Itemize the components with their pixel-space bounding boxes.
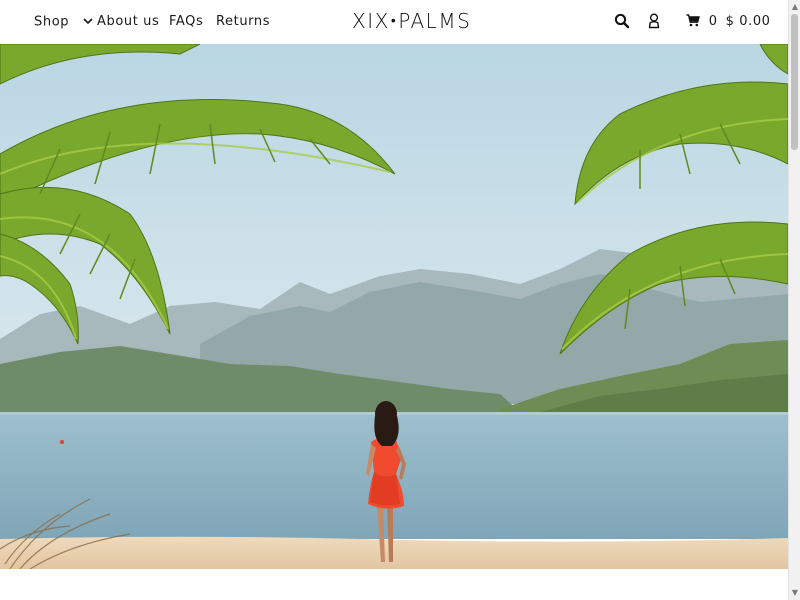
site-logo[interactable]: XIX•PALMS <box>352 10 471 35</box>
nav-shop-label: Shop <box>34 14 70 30</box>
logo-text-left: XIX <box>352 9 390 33</box>
search-icon <box>614 13 630 33</box>
scrollbar-thumb[interactable] <box>791 14 798 150</box>
cart-button[interactable]: 0 $ 0.00 <box>686 14 771 30</box>
search-button[interactable] <box>614 13 632 31</box>
nav-returns-link[interactable]: Returns <box>216 14 270 30</box>
logo-dot: • <box>390 13 398 29</box>
cart-icon <box>686 14 709 29</box>
account-icon <box>647 13 661 33</box>
scroll-down-arrow-icon[interactable]: ▼ <box>791 588 799 598</box>
logo-text-right: PALMS <box>398 9 472 33</box>
site-header: Shop About us FAQs Returns XIX•PALMS 0 $ … <box>0 0 788 44</box>
scroll-up-arrow-icon[interactable]: ▲ <box>791 2 799 12</box>
hero-banner-image <box>0 44 788 569</box>
nav-faqs-link[interactable]: FAQs <box>169 14 203 30</box>
nav-shop-menu[interactable]: Shop <box>34 14 93 31</box>
nav-about-link[interactable]: About us <box>97 14 159 30</box>
chevron-down-icon <box>83 14 93 30</box>
page-scrollbar[interactable]: ▲ ▼ <box>788 0 800 600</box>
account-button[interactable] <box>647 13 665 31</box>
cart-total: $ 0.00 <box>725 14 771 29</box>
cart-count: 0 <box>708 14 718 29</box>
